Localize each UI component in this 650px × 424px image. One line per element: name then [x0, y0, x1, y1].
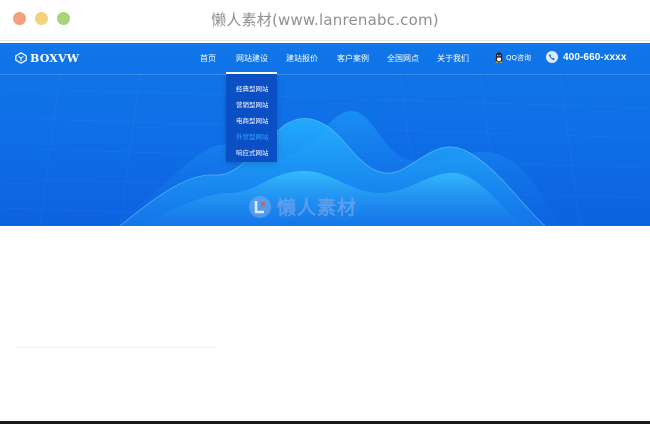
logo-icon: [15, 52, 27, 64]
main-navbar: BOXVW 首页 网站建设 建站报价 客户案例 全国网点 关于我们 QQ咨询 4…: [0, 43, 650, 75]
nav-cases[interactable]: 客户案例: [337, 53, 369, 64]
nav-branches[interactable]: 全国网点: [387, 53, 419, 64]
website-viewport: BOXVW 首页 网站建设 建站报价 客户案例 全国网点 关于我们 QQ咨询 4…: [0, 43, 650, 226]
phone-hotline[interactable]: 400-660-xxxx: [546, 51, 626, 63]
phone-number: 400-660-xxxx: [563, 51, 627, 63]
phone-icon: [546, 51, 558, 63]
watermark-logo-icon: [249, 195, 271, 218]
nav-home[interactable]: 首页: [200, 53, 216, 64]
content-divider: [16, 347, 216, 348]
dropdown-item-classic[interactable]: 经典型网站: [236, 83, 269, 93]
dropdown-item-ecommerce[interactable]: 电商型网站: [236, 115, 269, 125]
qq-consult-label: QQ咨询: [506, 53, 532, 62]
nav-pricing[interactable]: 建站报价: [286, 53, 318, 64]
window-title: 懒人素材(www.lanrenabc.com): [211, 11, 439, 29]
nav-website-building[interactable]: 网站建设: [226, 43, 278, 73]
logo-text: BOXVW: [30, 51, 80, 65]
nav-about[interactable]: 关于我们: [437, 53, 469, 64]
watermark-text: 懒人素材: [277, 197, 358, 219]
dropdown-item-foreign-trade[interactable]: 外贸型网站: [236, 131, 269, 141]
watermark: 懒人素材: [248, 193, 357, 220]
browser-titlebar: 懒人素材(www.lanrenabc.com): [0, 0, 650, 41]
qq-penguin-icon: [495, 52, 503, 63]
site-logo[interactable]: BOXVW: [15, 51, 79, 65]
dropdown-item-marketing[interactable]: 营销型网站: [236, 99, 269, 109]
dropdown-item-responsive[interactable]: 响应式网站: [236, 147, 269, 157]
website-building-dropdown: 经典型网站 营销型网站 电商型网站 外贸型网站 响应式网站: [226, 74, 277, 162]
qq-consult-link[interactable]: QQ咨询: [494, 52, 531, 63]
